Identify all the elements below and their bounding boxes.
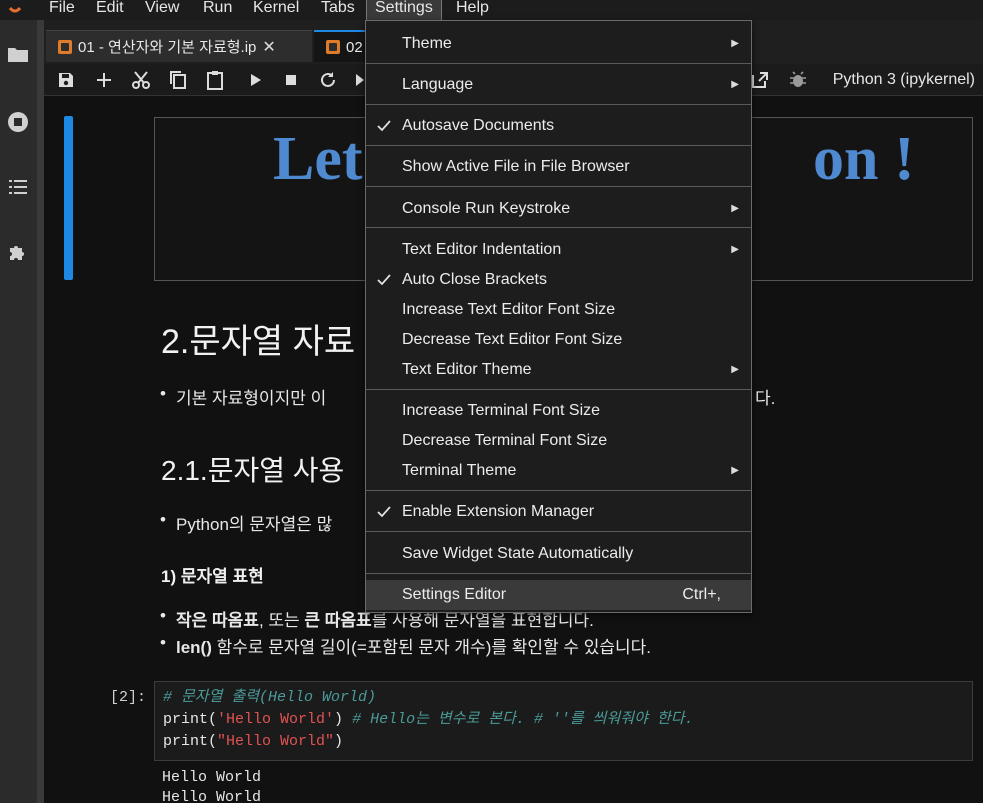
menu-item-increase-terminal-font[interactable]: Increase Terminal Font Size (366, 396, 751, 426)
cell-output-line: Hello World (162, 769, 262, 786)
menu-item-settings-editor[interactable]: Settings Editor Ctrl+, (366, 580, 751, 610)
menu-item-autosave[interactable]: Autosave Documents (366, 111, 751, 141)
checkmark-icon (377, 120, 391, 132)
copy-icon[interactable] (166, 68, 190, 92)
restart-icon[interactable] (316, 68, 340, 92)
menu-separator (366, 227, 751, 228)
active-cell-indicator (64, 116, 73, 280)
menu-separator (366, 186, 751, 187)
list-item-tail: 다. (755, 389, 776, 408)
menu-settings[interactable]: Settings (366, 0, 442, 21)
menu-item-theme[interactable]: Theme ▶ (366, 29, 751, 59)
menu-separator (366, 490, 751, 491)
heading-string-usage: 2.1.문자열 사용 (161, 455, 345, 486)
menu-item-terminal-theme[interactable]: Terminal Theme ▶ (366, 456, 751, 486)
submenu-arrow-icon: ▶ (731, 364, 739, 375)
menu-item-show-active-file[interactable]: Show Active File in File Browser (366, 152, 751, 182)
heading-strings: 2.문자열 자료 (161, 323, 356, 361)
cell-prompt: [2]: (110, 689, 147, 706)
run-icon[interactable] (243, 68, 267, 92)
menu-view[interactable]: View (137, 0, 187, 20)
code-cell-editor[interactable]: # 문자열 출력(Hello World) print('Hello World… (154, 681, 973, 761)
cell-output-line: Hello World (162, 789, 262, 803)
checkmark-icon (377, 506, 391, 518)
paste-icon[interactable] (203, 68, 227, 92)
menu-item-extension-manager[interactable]: Enable Extension Manager (366, 497, 751, 527)
extension-puzzle-icon[interactable] (6, 240, 30, 264)
save-icon[interactable] (54, 68, 78, 92)
jupyter-logo-icon (8, 6, 22, 13)
debugger-bug-icon[interactable] (786, 68, 810, 92)
kernel-name[interactable]: Python 3 (ipykernel) (833, 71, 975, 89)
list-item: Python의 문자열은 많 (160, 510, 332, 535)
submenu-arrow-icon: ▶ (731, 465, 739, 476)
menu-separator (366, 63, 751, 64)
menu-edit[interactable]: Edit (88, 0, 132, 20)
image-title-right: on ! (813, 125, 915, 193)
close-icon[interactable]: ✕ (262, 37, 275, 57)
submenu-arrow-icon: ▶ (731, 244, 739, 255)
image-title-left: Let (273, 125, 363, 193)
tab-label: 01 - 연산자와 기본 자료형.ip (78, 39, 257, 56)
list-item: len() 함수로 문자열 길이(=포함된 문자 개수)를 확인할 수 있습니다… (160, 633, 651, 658)
menu-separator (366, 104, 751, 105)
menu-separator (366, 389, 751, 390)
menu-item-language[interactable]: Language ▶ (366, 70, 751, 100)
add-cell-icon[interactable] (92, 68, 116, 92)
notebook-icon (326, 40, 340, 54)
shortcut-label: Ctrl+, (682, 586, 721, 603)
checkmark-icon (377, 274, 391, 286)
menu-bar: File Edit View Run Kernel Tabs Settings … (0, 0, 983, 21)
activity-bar (0, 20, 37, 803)
menu-file[interactable]: File (41, 0, 83, 20)
cut-icon[interactable] (129, 68, 153, 92)
menu-item-text-editor-indentation[interactable]: Text Editor Indentation ▶ (366, 235, 751, 265)
menu-item-increase-text-font[interactable]: Increase Text Editor Font Size (366, 295, 751, 325)
activity-bar-separator (37, 20, 44, 803)
settings-menu-dropdown: Theme ▶ Language ▶ Autosave Documents Sh… (365, 20, 752, 613)
menu-item-auto-close-brackets[interactable]: Auto Close Brackets (366, 265, 751, 295)
tab-notebook-01[interactable]: 01 - 연산자와 기본 자료형.ip ✕ (46, 30, 312, 62)
menu-separator (366, 531, 751, 532)
menu-tabs[interactable]: Tabs (313, 0, 363, 20)
menu-item-text-editor-theme[interactable]: Text Editor Theme ▶ (366, 355, 751, 385)
menu-item-save-widget-state[interactable]: Save Widget State Automatically (366, 539, 751, 569)
folder-icon[interactable] (6, 42, 30, 66)
menu-run[interactable]: Run (195, 0, 240, 20)
code-comment: # 문자열 출력(Hello World) (163, 689, 377, 706)
menu-kernel[interactable]: Kernel (245, 0, 307, 20)
menu-item-console-run-keystroke[interactable]: Console Run Keystroke ▶ (366, 194, 751, 224)
submenu-arrow-icon: ▶ (731, 203, 739, 214)
stop-circle-icon[interactable] (6, 110, 30, 134)
menu-separator (366, 573, 751, 574)
menu-item-decrease-text-font[interactable]: Decrease Text Editor Font Size (366, 325, 751, 355)
subheading-string-repr: 1) 문자열 표현 (161, 567, 264, 586)
menu-item-decrease-terminal-font[interactable]: Decrease Terminal Font Size (366, 426, 751, 456)
submenu-arrow-icon: ▶ (731, 79, 739, 90)
menu-help[interactable]: Help (448, 0, 497, 20)
table-of-contents-icon[interactable] (6, 175, 30, 199)
tab-label: 02 (346, 38, 363, 56)
stop-icon[interactable] (279, 68, 303, 92)
submenu-arrow-icon: ▶ (731, 38, 739, 49)
notebook-icon (58, 39, 72, 54)
menu-separator (366, 145, 751, 146)
list-item: 기본 자료형이지만 이 (160, 384, 326, 409)
